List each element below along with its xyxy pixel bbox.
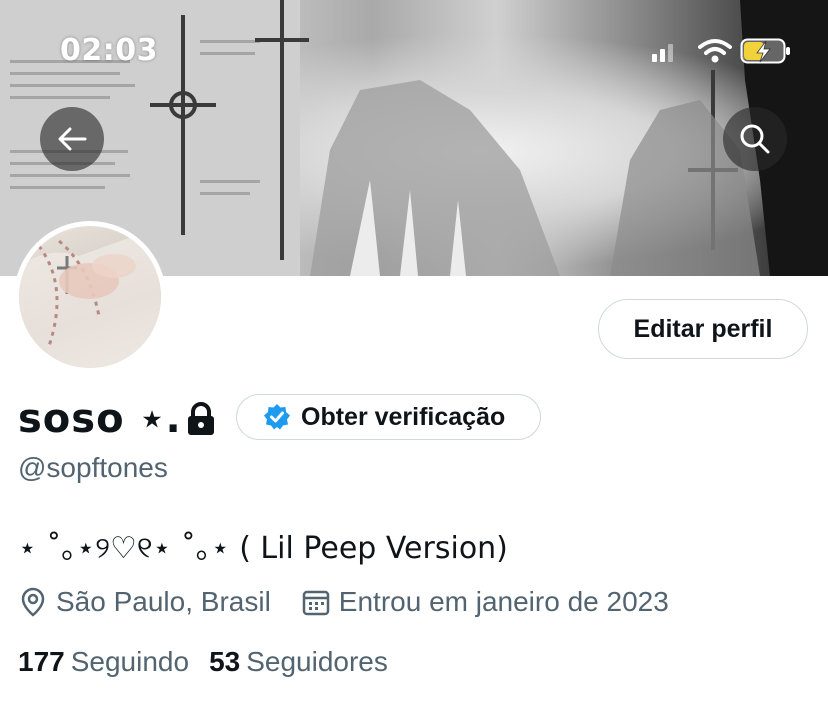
signal-icon — [652, 44, 673, 62]
user-handle: @sopftones — [18, 452, 168, 483]
calendar-icon — [302, 590, 330, 616]
location-item: São Paulo, Brasil — [18, 586, 271, 618]
battery-charging-icon — [740, 38, 790, 64]
lock-icon — [187, 402, 214, 435]
following-link[interactable]: 177 Seguindo — [18, 646, 189, 678]
following-label: Seguindo — [70, 646, 190, 677]
edit-profile-button[interactable]: Editar perfil — [598, 299, 808, 359]
arrow-left-icon — [58, 127, 87, 151]
search-icon — [740, 124, 770, 154]
display-name: soso ⋆. — [18, 396, 182, 442]
avatar[interactable] — [14, 221, 166, 373]
bio-text: ⋆ ˚｡⋆୨♡୧⋆ ˚｡⋆ ( Lil Peep Version) — [18, 531, 508, 566]
followers-count: 53 — [209, 646, 241, 677]
location-pin-icon — [21, 587, 45, 617]
joined-item: Entrou em janeiro de 2023 — [301, 586, 669, 618]
get-verified-label: Obter verificação — [301, 402, 506, 431]
following-count: 177 — [18, 646, 65, 677]
status-bar: 02:03 — [0, 0, 828, 100]
get-verified-button[interactable]: Obter verificação — [236, 394, 541, 440]
follow-counts: 177 Seguindo 53 Seguidores — [18, 642, 388, 682]
followers-label: Seguidores — [246, 646, 388, 677]
status-time: 02:03 — [60, 33, 158, 68]
wifi-icon — [698, 39, 732, 63]
avatar-image — [19, 226, 161, 368]
location-text: São Paulo, Brasil — [56, 586, 271, 617]
back-button[interactable] — [40, 107, 104, 171]
joined-text: Entrou em janeiro de 2023 — [338, 586, 669, 617]
followers-link[interactable]: 53 Seguidores — [209, 646, 388, 678]
verified-badge-icon — [264, 404, 290, 430]
display-name-row: soso ⋆. — [18, 392, 216, 446]
profile-meta: São Paulo, Brasil Entrou em janeiro de 2… — [18, 582, 669, 622]
search-button[interactable] — [723, 107, 787, 171]
